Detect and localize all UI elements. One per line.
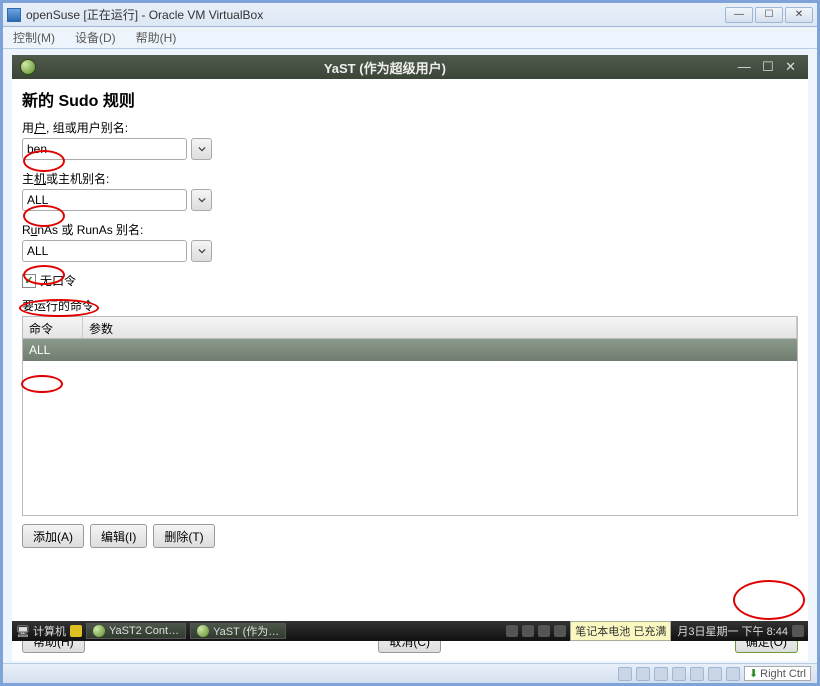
chevron-down-icon [198,196,206,204]
status-net-icon[interactable] [654,667,668,681]
tray-icon[interactable] [538,625,550,637]
host-label: 主机或主机别名: [22,170,798,187]
task-yast[interactable]: YaST (作为… [190,623,286,639]
guest-taskbar: 🖥 计算机 YaST2 Cont… YaST (作为… 笔记本电池 已充满 月3… [12,621,808,641]
vb-title: openSuse [正在运行] - Oracle VM VirtualBox [26,6,725,23]
close-button[interactable]: ✕ [785,7,813,23]
status-disk-icon[interactable] [618,667,632,681]
table-header: 命令 参数 [23,317,797,339]
vb-menubar: 控制(M) 设备(D) 帮助(H) [3,27,817,49]
virtualbox-icon [7,8,21,22]
col-params[interactable]: 参数 [83,317,797,338]
user-combobox[interactable] [22,138,212,160]
yast-minimize-button[interactable]: — [738,59,751,74]
host-drop-button[interactable] [191,189,212,211]
status-optical-icon[interactable] [636,667,650,681]
nopassword-checkbox-row[interactable]: ✓ 无口令 [22,272,798,289]
nopassword-label: 无口令 [40,272,76,289]
status-mouse-icon[interactable] [726,667,740,681]
user-input[interactable] [22,138,187,160]
page-title: 新的 Sudo 规则 [22,87,798,111]
orb-icon [93,625,105,637]
menu-device[interactable]: 设备(D) [75,29,116,46]
vb-titlebar: openSuse [正在运行] - Oracle VM VirtualBox —… [3,3,817,27]
yast-maximize-button[interactable]: ☐ [762,59,774,74]
menu-help[interactable]: 帮助(H) [136,29,177,46]
status-display-icon[interactable] [708,667,722,681]
vb-statusbar: ⬇ Right Ctrl [3,663,817,683]
tray-icon[interactable] [506,625,518,637]
yast-body: 新的 Sudo 规则 用户, 组或用户别名: 主机或主机别名: Ru [12,79,808,621]
host-combobox[interactable] [22,189,212,211]
table-row[interactable]: ALL [23,339,797,361]
task-yast2-cont[interactable]: YaST2 Cont… [86,623,186,639]
commands-label: 要运行的命令 [22,297,798,314]
chevron-down-icon [198,145,206,153]
menu-control[interactable]: 控制(M) [13,29,55,46]
tray-icon[interactable] [522,625,534,637]
computer-icon[interactable]: 🖥 计算机 [16,623,66,639]
col-command[interactable]: 命令 [23,317,83,338]
virtualbox-window: openSuse [正在运行] - Oracle VM VirtualBox —… [0,0,820,686]
guest-screen: YaST (作为超级用户) — ☐ ✕ 新的 Sudo 规则 用户, 组或用户别… [12,55,808,661]
add-button[interactable]: 添加(A) [22,524,84,548]
arrow-down-icon: ⬇ [749,667,758,680]
commands-table[interactable]: 命令 参数 ALL [22,316,798,516]
clock: 月3日星期一 下午 8:44 [677,623,788,639]
yast-title: YaST (作为超级用户) [36,58,734,77]
edit-button[interactable]: 编辑(I) [90,524,147,548]
yast-icon [20,59,36,75]
minimize-button[interactable]: — [725,7,753,23]
yast-close-button[interactable]: ✕ [785,59,796,74]
runas-label: RunAs 或 RunAs 别名: [22,221,798,238]
chevron-down-icon [198,247,206,255]
runas-input[interactable] [22,240,187,262]
status-usb-icon[interactable] [672,667,686,681]
orb-icon [197,625,209,637]
tray-icon[interactable] [792,625,804,637]
yast-titlebar: YaST (作为超级用户) — ☐ ✕ [12,55,808,79]
runas-combobox[interactable] [22,240,212,262]
host-key-indicator: ⬇ Right Ctrl [744,666,811,681]
delete-button[interactable]: 删除(T) [153,524,214,548]
nopassword-checkbox[interactable]: ✓ [22,274,36,288]
taskbar-icon[interactable] [70,625,82,637]
runas-drop-button[interactable] [191,240,212,262]
battery-status[interactable]: 笔记本电池 已充满 [570,621,671,641]
tray-icon[interactable] [554,625,566,637]
cell-command: ALL [23,343,56,357]
host-input[interactable] [22,189,187,211]
user-drop-button[interactable] [191,138,212,160]
status-folder-icon[interactable] [690,667,704,681]
maximize-button[interactable]: ☐ [755,7,783,23]
user-label: 用户, 组或用户别名: [22,119,798,136]
